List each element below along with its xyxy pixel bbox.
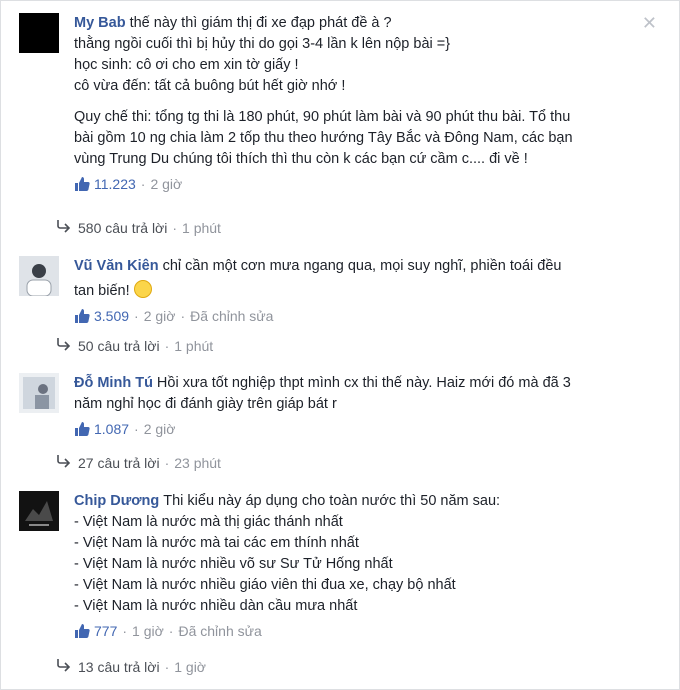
comment-text: - Việt Nam là nước nhiều dàn cầu mưa nhấ… — [74, 598, 358, 614]
edited-label[interactable]: Đã chỉnh sửa — [178, 621, 261, 641]
comment-body: Chip Dương Thi kiểu này áp dụng cho toàn … — [74, 491, 644, 641]
comment-time[interactable]: 1 giờ — [132, 621, 164, 641]
replies-link[interactable]: 50 câu trả lời · 1 phút — [56, 336, 213, 356]
replies-link[interactable]: 13 câu trả lời · 1 giờ — [56, 657, 206, 677]
like-count: 777 — [94, 623, 118, 639]
like-button[interactable]: 3.509 — [74, 306, 129, 326]
comment-meta: 1.087 · 2 giờ — [74, 419, 644, 439]
reply-arrow-icon — [56, 657, 78, 677]
comment-text: năm nghỉ học đi đánh giày trên giáp bát … — [74, 396, 337, 412]
reply-count[interactable]: 13 câu trả lời — [78, 657, 160, 677]
comment-time[interactable]: 2 giờ — [144, 306, 176, 326]
smile-emoji-icon — [133, 280, 152, 298]
reply-time: 1 phút — [182, 220, 221, 236]
comment-body: Vũ Văn Kiên chỉ cần một cơn mưa ngang qua… — [74, 256, 644, 326]
reply-time: 1 giờ — [174, 659, 206, 675]
reply-time: 23 phút — [174, 455, 221, 471]
comment-text: chỉ cần một cơn mưa ngang qua, mọi suy n… — [162, 258, 562, 274]
comment-text: thằng ngồi cuối thì bị hủy thi do gọi 3-… — [74, 36, 451, 52]
avatar[interactable] — [19, 491, 59, 531]
comment-time[interactable]: 2 giờ — [150, 174, 182, 194]
comment-text: bài gồm 10 ng chia làm 2 tốp thu theo hư… — [74, 130, 573, 146]
comment-author[interactable]: Vũ Văn Kiên — [74, 258, 159, 274]
avatar[interactable] — [19, 13, 59, 53]
comment-author[interactable]: Đỗ Minh Tú — [74, 375, 153, 391]
comment-meta: 777 · 1 giờ · Đã chỉnh sửa — [74, 621, 644, 641]
comment-text: thế này thì giám thị đi xe đạp phát đề à… — [129, 15, 392, 31]
reply-count[interactable]: 27 câu trả lời — [78, 453, 160, 473]
close-icon[interactable]: ✕ — [642, 13, 657, 34]
comment-body: My Bab thế này thì giám thị đi xe đạp phá… — [74, 13, 644, 194]
comment-meta: 3.509 · 2 giờ · Đã chỉnh sửa — [74, 306, 644, 326]
comment-text: - Việt Nam là nước nhiều giáo viên thi đ… — [74, 577, 456, 593]
thumbs-up-icon — [75, 309, 90, 323]
avatar[interactable] — [19, 373, 59, 413]
comment-body: Đỗ Minh Tú Hồi xưa tốt nghiệp thpt mình c… — [74, 373, 644, 439]
comment-time[interactable]: 2 giờ — [144, 419, 176, 439]
reply-arrow-icon — [56, 453, 78, 473]
comment-text: Thi kiểu này áp dụng cho toàn nước thì 5… — [163, 493, 501, 509]
like-button[interactable]: 1.087 — [74, 419, 129, 439]
comment-author[interactable]: My Bab — [74, 15, 126, 31]
comment-text: - Việt Nam là nước mà tai các em thính n… — [74, 535, 359, 551]
comment-text: vùng Trung Du chúng tôi thích thì thu cò… — [74, 151, 528, 167]
thumbs-up-icon — [75, 624, 90, 638]
like-button[interactable]: 777 — [74, 621, 117, 641]
like-count: 3.509 — [94, 308, 130, 324]
like-button[interactable]: 11.223 — [74, 174, 136, 194]
reply-arrow-icon — [56, 336, 78, 356]
comment-text: tan biến! — [74, 283, 130, 299]
comment-text: cô vừa đến: tất cả buông bút hết giờ nhớ… — [74, 78, 346, 94]
thumbs-up-icon — [75, 177, 90, 191]
comment-meta: 11.223 · 2 giờ — [74, 174, 644, 194]
comment-text: học sinh: cô ơi cho em xin tờ giấy ! — [74, 57, 299, 73]
like-count: 1.087 — [94, 421, 130, 437]
avatar[interactable] — [19, 256, 59, 296]
thumbs-up-icon — [75, 422, 90, 436]
reply-time: 1 phút — [174, 338, 214, 354]
like-count: 11.223 — [94, 176, 136, 192]
reply-count[interactable]: 580 câu trả lời — [78, 218, 167, 238]
replies-link[interactable]: 580 câu trả lời · 1 phút — [56, 218, 221, 238]
reply-count[interactable]: 50 câu trả lời — [78, 336, 160, 356]
comment-text: - Việt Nam là nước nhiều võ sư Sư Tử Hốn… — [74, 556, 393, 572]
comment-text: Quy chế thi: tổng tg thi là 180 phút, 90… — [74, 109, 571, 125]
comment-author[interactable]: Chip Dương — [74, 493, 159, 509]
edited-label[interactable]: Đã chỉnh sửa — [190, 306, 273, 326]
comment-text: - Việt Nam là nước mà thị giác thánh nhấ… — [74, 514, 343, 530]
reply-arrow-icon — [56, 218, 78, 238]
comments-panel: ✕ My Bab thế này thì giám thị đi xe đạp p… — [0, 0, 680, 690]
replies-link[interactable]: 27 câu trả lời · 23 phút — [56, 453, 221, 473]
comment-text: Hồi xưa tốt nghiệp thpt mình cx thi thế … — [156, 375, 571, 391]
